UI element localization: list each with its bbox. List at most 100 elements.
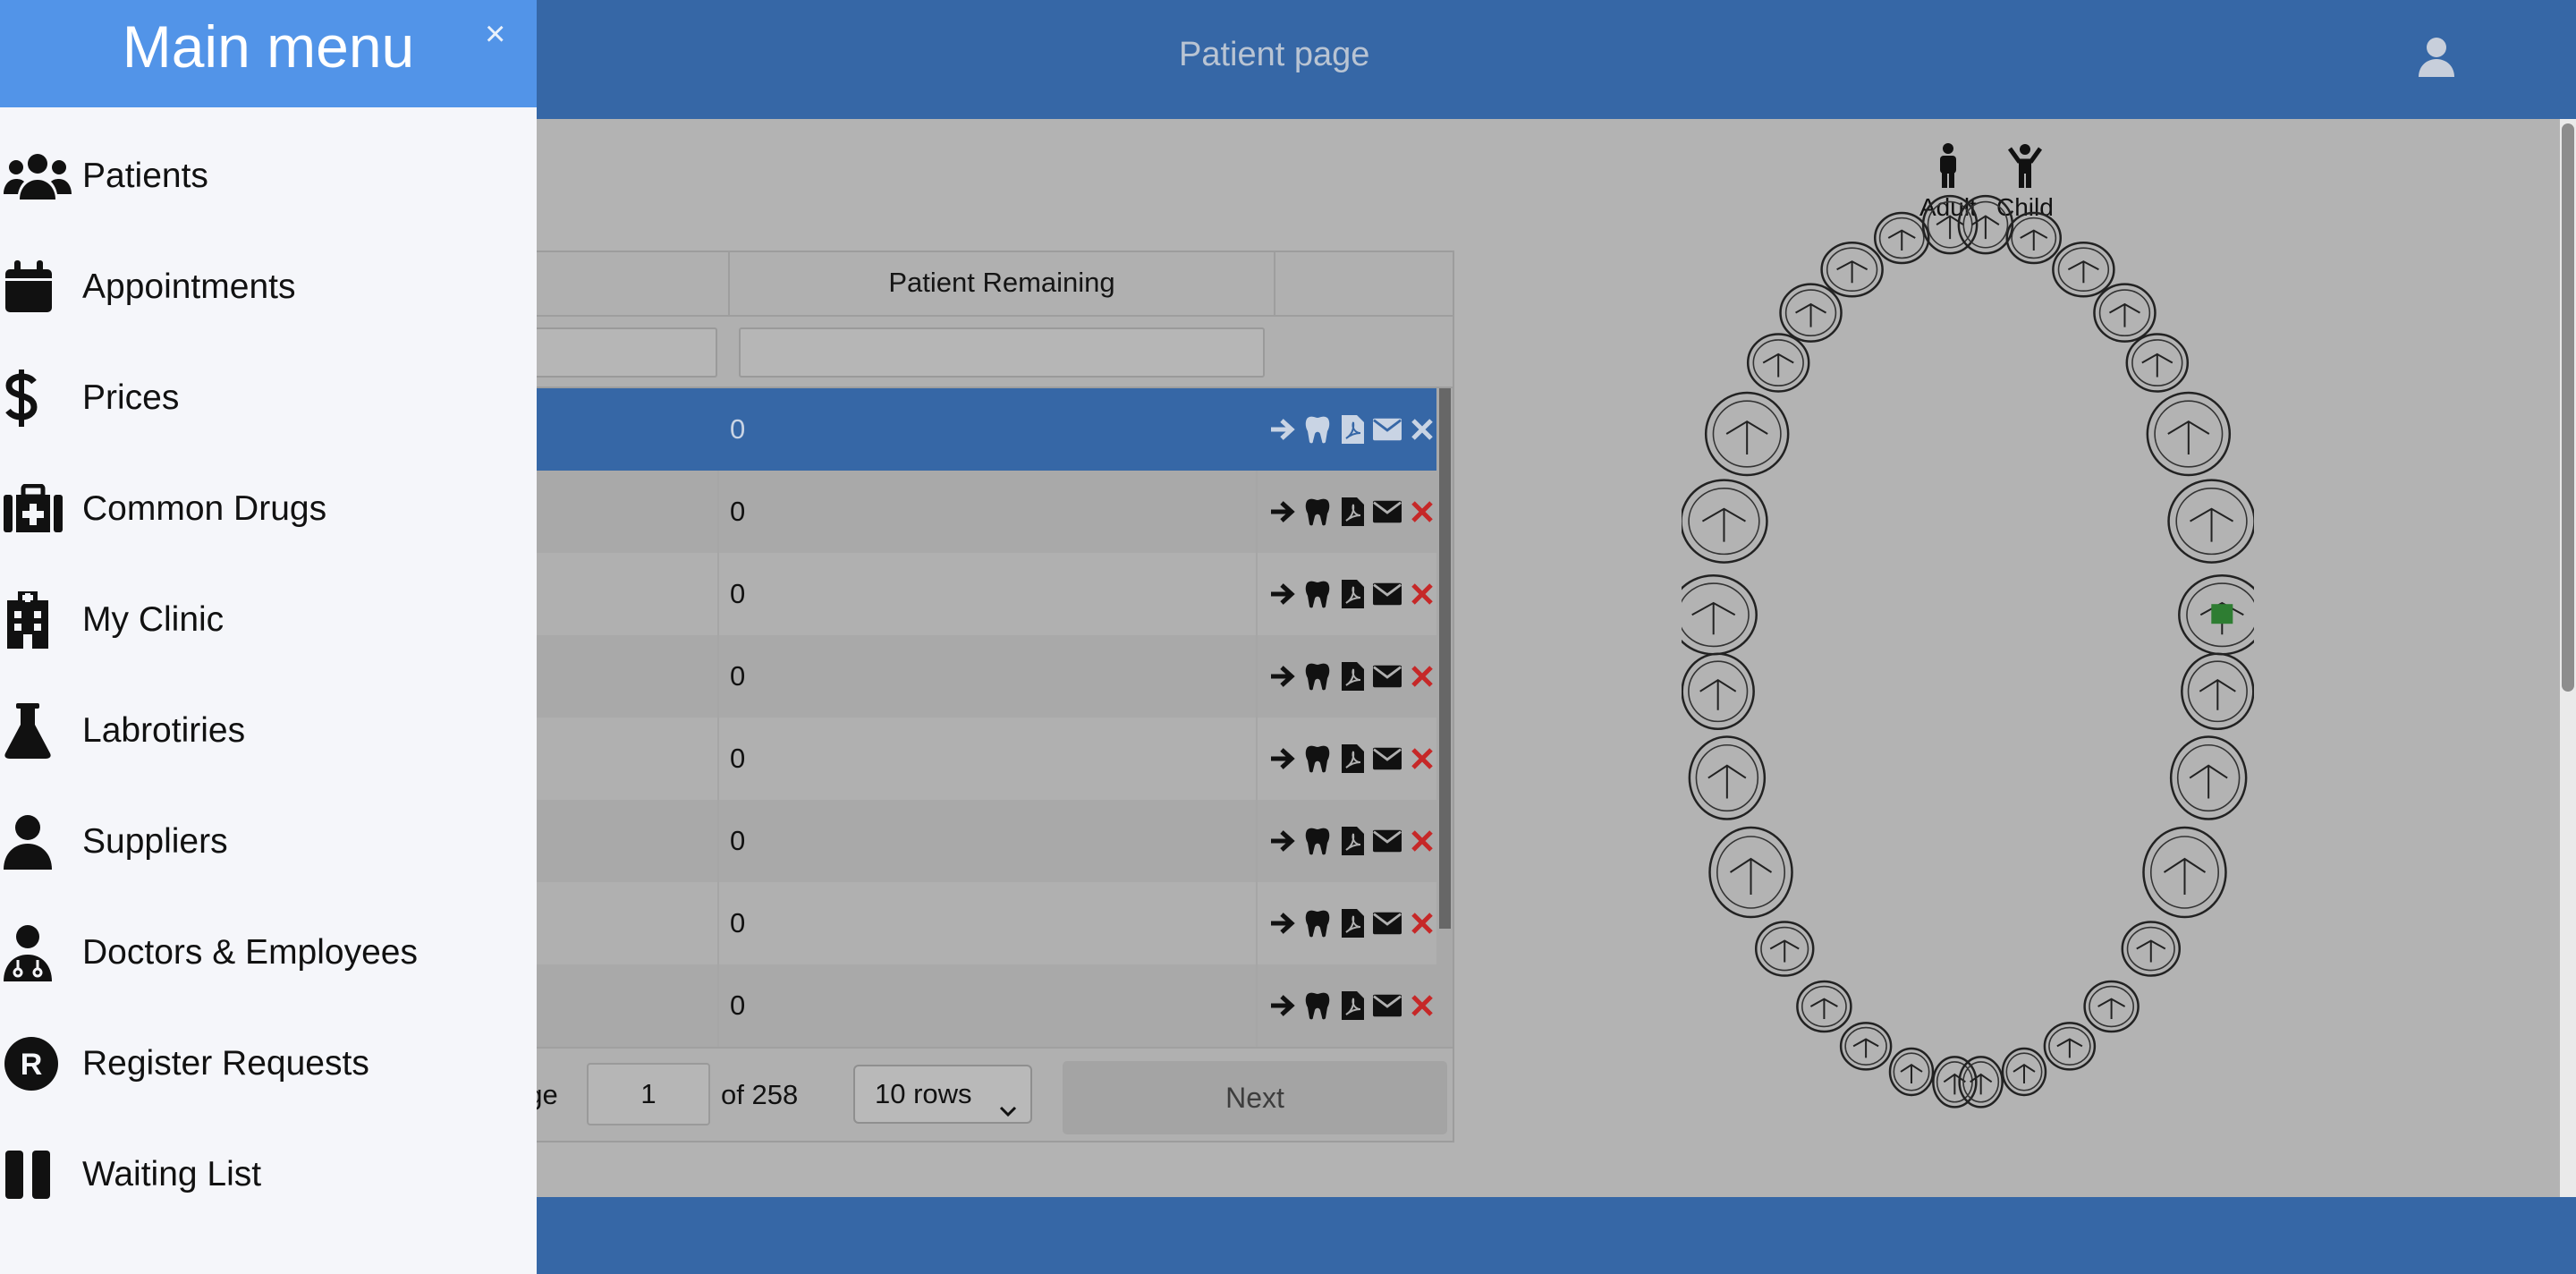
tooth-icon[interactable] xyxy=(1303,662,1332,691)
tooth-lower-left-4[interactable] xyxy=(1754,921,1815,977)
tooth-lower-right-4[interactable] xyxy=(2121,921,2182,977)
delete-icon[interactable] xyxy=(1408,909,1436,938)
tooth-lower-left-5[interactable] xyxy=(1796,980,1852,1033)
menu-item-my-clinic[interactable]: My Clinic xyxy=(0,573,537,663)
tooth-lower-left-6[interactable] xyxy=(1839,1022,1893,1071)
arrow-right-icon[interactable] xyxy=(1268,909,1297,938)
tooth-icon[interactable] xyxy=(1303,497,1332,526)
column-header-patient-remaining[interactable]: Patient Remaining xyxy=(730,252,1275,317)
tooth-lower-right-1[interactable] xyxy=(2181,652,2254,731)
tooth-lower-left-8[interactable] xyxy=(1932,1056,1978,1108)
envelope-icon[interactable] xyxy=(1373,415,1402,444)
envelope-icon[interactable] xyxy=(1373,909,1402,938)
page-number-input[interactable]: 1 xyxy=(587,1063,710,1125)
menu-item-appointments[interactable]: Appointments xyxy=(0,241,537,330)
tooth-upper-left-6[interactable] xyxy=(1820,241,1884,298)
tooth-icon[interactable] xyxy=(1303,744,1332,773)
envelope-icon[interactable] xyxy=(1373,662,1402,691)
arrow-right-icon[interactable] xyxy=(1268,497,1297,526)
pdf-icon[interactable] xyxy=(1338,580,1367,608)
user-icon[interactable] xyxy=(2417,36,2456,79)
tooth-lower-right-2[interactable] xyxy=(2169,735,2248,820)
pdf-icon[interactable] xyxy=(1338,744,1367,773)
tooth-lower-right-6[interactable] xyxy=(2043,1022,2097,1071)
delete-icon[interactable] xyxy=(1408,744,1436,773)
table-row[interactable]: 0 xyxy=(503,553,1436,635)
menu-item-prices[interactable]: Prices xyxy=(0,352,537,441)
pdf-icon[interactable] xyxy=(1338,909,1367,938)
arrow-right-icon[interactable] xyxy=(1268,662,1297,691)
tooth-upper-right-6[interactable] xyxy=(2052,241,2115,298)
table-row[interactable]: 0 xyxy=(503,388,1436,471)
tooth-upper-right-7[interactable] xyxy=(2005,211,2063,265)
delete-icon[interactable] xyxy=(1408,580,1436,608)
tooth-upper-right-8[interactable] xyxy=(1957,194,2014,255)
tooth-upper-left-1[interactable] xyxy=(1682,573,1758,656)
envelope-icon[interactable] xyxy=(1373,744,1402,773)
tooth-upper-left-3[interactable] xyxy=(1704,391,1790,477)
tooth-icon[interactable] xyxy=(1303,991,1332,1020)
tooth-upper-left-7[interactable] xyxy=(1873,211,1930,265)
pdf-icon[interactable] xyxy=(1338,662,1367,691)
pdf-icon[interactable] xyxy=(1338,415,1367,444)
tooth-icon[interactable] xyxy=(1303,580,1332,608)
tooth-upper-right-2[interactable] xyxy=(2167,479,2254,564)
tooth-upper-left-2[interactable] xyxy=(1682,479,1768,564)
tooth-lower-left-3[interactable] xyxy=(1708,826,1793,919)
tooth-icon[interactable] xyxy=(1303,909,1332,938)
tooth-upper-left-4[interactable] xyxy=(1746,333,1810,393)
menu-item-labrotiries[interactable]: Labrotiries xyxy=(0,684,537,774)
arrow-right-icon[interactable] xyxy=(1268,415,1297,444)
next-page-button[interactable]: Next xyxy=(1063,1061,1447,1134)
menu-item-suppliers[interactable]: Suppliers xyxy=(0,795,537,885)
column-header-name[interactable]: e xyxy=(503,252,730,317)
table-row[interactable]: 0 xyxy=(503,882,1436,964)
tooth-icon[interactable] xyxy=(1303,415,1332,444)
envelope-icon[interactable] xyxy=(1373,827,1402,855)
tooth-upper-left-5[interactable] xyxy=(1779,283,1843,343)
table-row[interactable]: 0 xyxy=(503,635,1436,718)
delete-icon[interactable] xyxy=(1408,497,1436,526)
pdf-icon[interactable] xyxy=(1338,497,1367,526)
delete-icon[interactable] xyxy=(1408,991,1436,1020)
delete-icon[interactable] xyxy=(1408,415,1436,444)
menu-item-waiting-list[interactable]: Waiting List xyxy=(0,1128,537,1218)
tooth-lower-right-8[interactable] xyxy=(1958,1056,2004,1108)
table-row[interactable]: 0 xyxy=(503,718,1436,800)
delete-icon[interactable] xyxy=(1408,662,1436,691)
page-scrollbar-thumb[interactable] xyxy=(2562,123,2574,692)
tooth-lower-right-5[interactable] xyxy=(2083,980,2140,1033)
table-row[interactable]: 0 xyxy=(503,471,1436,553)
menu-item-register-requests[interactable]: R Register Requests xyxy=(0,1017,537,1107)
arrow-right-icon[interactable] xyxy=(1268,744,1297,773)
remaining-filter-input[interactable] xyxy=(739,327,1265,378)
table-row[interactable]: 0 xyxy=(503,800,1436,882)
tooth-upper-right-4[interactable] xyxy=(2125,333,2190,393)
tooth-lower-left-1[interactable] xyxy=(1682,652,1755,731)
table-scrollbar-thumb[interactable] xyxy=(1439,388,1451,929)
menu-item-doctors-employees[interactable]: Doctors & Employees xyxy=(0,906,537,996)
tooth-upper-left-8[interactable] xyxy=(1921,194,1979,255)
tooth-upper-right-5[interactable] xyxy=(2093,283,2157,343)
tooth-lower-left-7[interactable] xyxy=(1888,1047,1935,1097)
envelope-icon[interactable] xyxy=(1373,497,1402,526)
rows-per-page-select[interactable]: 10 rows xyxy=(853,1065,1032,1124)
delete-icon[interactable] xyxy=(1408,827,1436,855)
teeth-diagram[interactable] xyxy=(1682,143,2254,1154)
envelope-icon[interactable] xyxy=(1373,991,1402,1020)
pdf-icon[interactable] xyxy=(1338,827,1367,855)
close-icon[interactable]: × xyxy=(485,16,505,52)
pdf-icon[interactable] xyxy=(1338,991,1367,1020)
menu-item-patients[interactable]: Patients xyxy=(0,130,537,219)
menu-item-common-drugs[interactable]: Common Drugs xyxy=(0,463,537,552)
tooth-lower-right-3[interactable] xyxy=(2142,826,2227,919)
arrow-right-icon[interactable] xyxy=(1268,827,1297,855)
table-row[interactable]: 0 xyxy=(503,964,1436,1047)
tooth-lower-right-7[interactable] xyxy=(2001,1047,2047,1097)
tooth-upper-right-3[interactable] xyxy=(2146,391,2232,477)
treatment-marker[interactable] xyxy=(2211,604,2233,624)
tooth-lower-left-2[interactable] xyxy=(1688,735,1767,820)
arrow-right-icon[interactable] xyxy=(1268,991,1297,1020)
tooth-icon[interactable] xyxy=(1303,827,1332,855)
envelope-icon[interactable] xyxy=(1373,580,1402,608)
